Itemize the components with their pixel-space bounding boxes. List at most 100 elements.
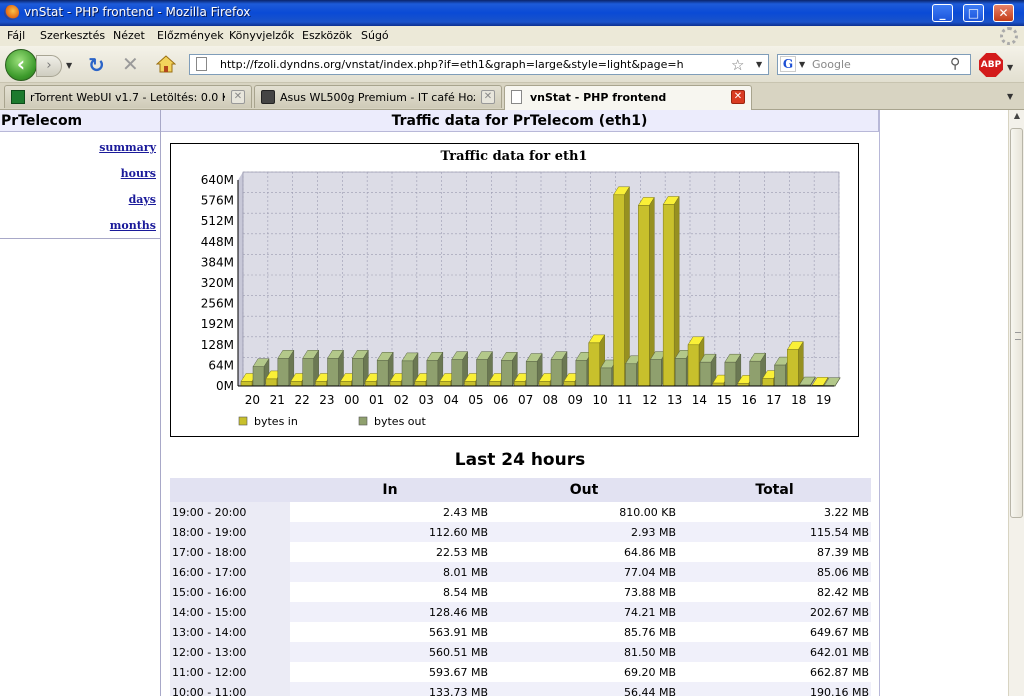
- reload-button[interactable]: ↻: [88, 55, 105, 75]
- bar-bytes-out: [749, 360, 761, 387]
- url-bar[interactable]: http://fzoli.dyndns.org/vnstat/index.php…: [189, 54, 769, 75]
- menu-edit[interactable]: Szerkesztés: [40, 29, 105, 42]
- menu-view[interactable]: Nézet: [113, 29, 145, 42]
- table-row: 15:00 - 16:00 8.54 MB 73.88 MB 82.42 MB: [170, 582, 871, 602]
- url-dropdown-icon[interactable]: ▼: [756, 60, 762, 69]
- bar-bytes-out: [501, 360, 513, 387]
- close-tab-icon[interactable]: ✕: [231, 90, 245, 104]
- bar-bytes-out: [525, 361, 538, 387]
- cell-out: 81.50 MB: [490, 642, 678, 662]
- table-row: 19:00 - 20:00 2.43 MB 810.00 KB 3.22 MB: [170, 502, 871, 522]
- table-row: 14:00 - 15:00 128.46 MB 74.21 MB 202.67 MB: [170, 602, 871, 622]
- tab-vnstat[interactable]: vnStat - PHP frontend ✕: [504, 85, 752, 110]
- cell-out: 2.93 MB: [490, 522, 678, 542]
- cell-time: 19:00 - 20:00: [170, 502, 290, 522]
- cell-out: 810.00 KB: [490, 502, 678, 522]
- bar-bytes-in: [439, 381, 451, 387]
- close-tab-icon[interactable]: ✕: [731, 90, 745, 104]
- menu-history[interactable]: Előzmények: [157, 29, 224, 42]
- y-tick-label: 128M: [201, 338, 234, 352]
- y-tick-label: 192M: [201, 317, 234, 331]
- nav-link-summary[interactable]: summary: [99, 141, 156, 154]
- x-tick-label: 07: [518, 393, 533, 407]
- tab-list-icon[interactable]: ▼: [1007, 92, 1013, 101]
- bar-side: [624, 185, 630, 387]
- google-icon[interactable]: G: [780, 56, 796, 72]
- x-tick-label: 19: [816, 393, 831, 407]
- bookmark-star-icon[interactable]: ☆: [731, 56, 744, 74]
- interface-name: PrTelecom: [1, 113, 83, 129]
- bar-bytes-out: [376, 360, 389, 387]
- tab-rtorrent[interactable]: rTorrent WebUI v1.7 - Letöltés: 0.0 K...…: [4, 85, 252, 108]
- bar-bytes-out: [327, 358, 339, 387]
- bar-bytes-in: [364, 381, 377, 387]
- x-tick-label: 17: [766, 393, 781, 407]
- cell-total: 649.67 MB: [678, 622, 871, 642]
- menu-file[interactable]: Fájl: [7, 29, 25, 42]
- menu-tools[interactable]: Eszközök: [302, 29, 352, 42]
- nav-link-hours[interactable]: hours: [121, 167, 156, 180]
- stop-button[interactable]: ✕: [122, 54, 139, 74]
- bar-bytes-in: [613, 194, 625, 387]
- search-bar[interactable]: G ▼ Google ⚲: [777, 54, 971, 75]
- tab-label: Asus WL500g Premium - IT café Hozzá...: [280, 91, 475, 104]
- vertical-scrollbar[interactable]: ▲: [1008, 110, 1024, 696]
- close-tab-icon[interactable]: ✕: [481, 90, 495, 104]
- close-window-button[interactable]: ✕: [993, 4, 1014, 22]
- adblock-dropdown-icon[interactable]: ▼: [1007, 63, 1013, 72]
- cell-time: 10:00 - 11:00: [170, 682, 290, 696]
- tab-itcafe[interactable]: Asus WL500g Premium - IT café Hozzá... ✕: [254, 85, 502, 108]
- back-button[interactable]: ‹: [5, 49, 37, 81]
- cell-total: 82.42 MB: [678, 582, 871, 602]
- history-dropdown-icon[interactable]: ▼: [66, 61, 72, 70]
- cell-total: 3.22 MB: [678, 502, 871, 522]
- cell-time: 14:00 - 15:00: [170, 602, 290, 622]
- x-tick-label: 11: [617, 393, 632, 407]
- cell-in: 133.73 MB: [290, 682, 490, 696]
- bar-bytes-out: [476, 359, 488, 387]
- page-title: Traffic data for PrTelecom (eth1): [391, 113, 648, 129]
- y-tick-label: 384M: [201, 255, 234, 269]
- cell-total: 642.01 MB: [678, 642, 871, 662]
- x-tick-label: 09: [568, 393, 583, 407]
- cell-total: 115.54 MB: [678, 522, 871, 542]
- nav-link-days[interactable]: days: [129, 193, 156, 206]
- bar-bytes-in: [687, 344, 700, 387]
- x-tick-label: 00: [344, 393, 359, 407]
- table-row: 12:00 - 13:00 560.51 MB 81.50 MB 642.01 MB: [170, 642, 871, 662]
- y-tick-label: 576M: [201, 194, 234, 208]
- cell-in: 8.01 MB: [290, 562, 490, 582]
- tab-label: vnStat - PHP frontend: [530, 91, 667, 104]
- cell-total: 190.16 MB: [678, 682, 871, 696]
- search-engine-dropdown-icon[interactable]: ▼: [799, 60, 805, 69]
- bar-bytes-in: [315, 381, 327, 387]
- cell-out: 56.44 MB: [490, 682, 678, 696]
- cell-total: 662.87 MB: [678, 662, 871, 682]
- url-text[interactable]: http://fzoli.dyndns.org/vnstat/index.php…: [220, 58, 684, 71]
- bar-bytes-out: [352, 358, 364, 387]
- scroll-up-icon[interactable]: ▲: [1010, 111, 1024, 125]
- forward-button[interactable]: ›: [36, 55, 62, 77]
- scrollbar-thumb[interactable]: [1010, 128, 1023, 518]
- cell-in: 2.43 MB: [290, 502, 490, 522]
- column-divider: [160, 110, 161, 696]
- table-row: 18:00 - 19:00 112.60 MB 2.93 MB 115.54 MB: [170, 522, 871, 542]
- maximize-button[interactable]: □: [963, 4, 984, 22]
- cell-total: 87.39 MB: [678, 542, 871, 562]
- search-input[interactable]: Google: [812, 58, 851, 71]
- menu-bookmarks[interactable]: Könyvjelzők: [229, 29, 294, 42]
- bar-bytes-out: [600, 367, 612, 387]
- x-tick-label: 08: [543, 393, 558, 407]
- nav-link-months[interactable]: months: [110, 219, 156, 232]
- bar-bytes-out: [674, 358, 687, 387]
- home-icon[interactable]: [156, 55, 176, 73]
- x-tick-label: 23: [319, 393, 334, 407]
- search-icon[interactable]: ⚲: [950, 56, 960, 72]
- table-row: 10:00 - 11:00 133.73 MB 56.44 MB 190.16 MB: [170, 682, 871, 696]
- x-tick-label: 06: [493, 393, 508, 407]
- menu-help[interactable]: Súgó: [361, 29, 389, 42]
- x-tick-label: 14: [692, 393, 707, 407]
- column-header-out: Out: [490, 478, 678, 502]
- minimize-button[interactable]: _: [932, 4, 953, 22]
- window-title: vnStat - PHP frontend - Mozilla Firefox: [24, 5, 251, 19]
